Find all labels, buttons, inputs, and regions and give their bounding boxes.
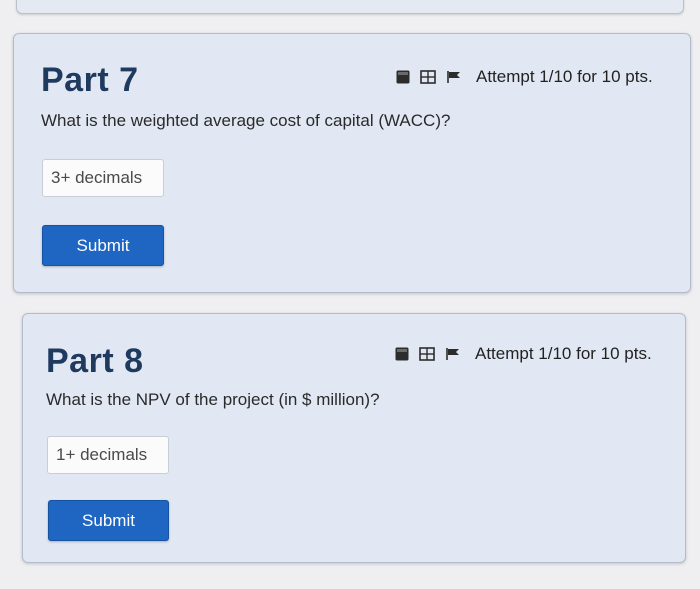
notes-icon[interactable] <box>420 70 436 84</box>
submit-button[interactable]: Submit <box>48 500 169 541</box>
part-title: Part 7 <box>41 61 139 99</box>
submit-button[interactable]: Submit <box>42 225 164 266</box>
part-7-card: Part 7 Attempt 1/10 for 10 pts. What is … <box>13 33 691 293</box>
previous-part-card <box>16 0 684 14</box>
answer-input[interactable] <box>47 436 169 474</box>
calculator-icon[interactable] <box>396 70 410 84</box>
flag-icon[interactable] <box>446 70 462 84</box>
part-toolbar: Attempt 1/10 for 10 pts. <box>396 67 653 87</box>
part-8-card: Part 8 Attempt 1/10 for 10 pts. What is … <box>22 313 686 563</box>
question-text: What is the weighted average cost of cap… <box>41 111 451 130</box>
answer-input[interactable] <box>42 159 164 197</box>
notes-icon[interactable] <box>419 347 435 361</box>
part-title: Part 8 <box>46 342 144 380</box>
flag-icon[interactable] <box>445 347 461 361</box>
part-toolbar: Attempt 1/10 for 10 pts. <box>395 344 652 364</box>
attempt-counter: Attempt 1/10 for 10 pts. <box>475 344 652 363</box>
question-text: What is the NPV of the project (in $ mil… <box>46 390 380 409</box>
calculator-icon[interactable] <box>395 347 409 361</box>
attempt-counter: Attempt 1/10 for 10 pts. <box>476 67 653 86</box>
